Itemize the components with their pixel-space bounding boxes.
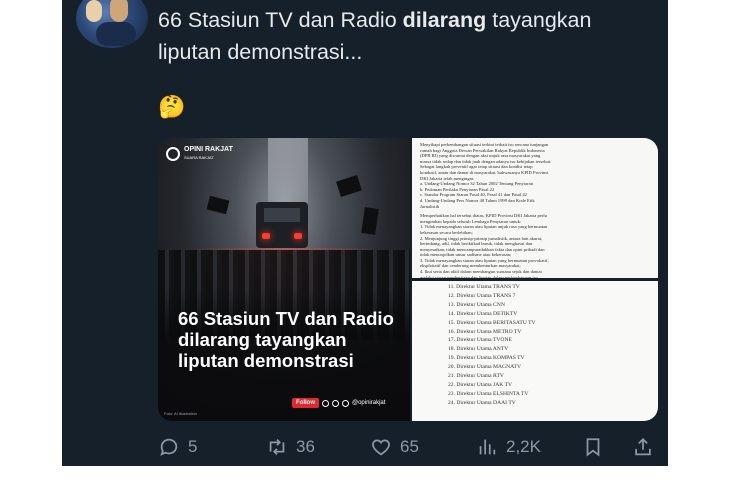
media-image-poster[interactable]: OPINI RAKJAT SUARA RAKJAT 66 Stasiun TV … — [158, 138, 410, 421]
poster-handle: @opinirakjat — [352, 400, 386, 406]
poster-logo: OPINI RAKJAT SUARA RAKJAT — [166, 146, 233, 162]
recipient-row: 17. Direktur Utama TVONE — [448, 337, 512, 344]
recipient-row: 15. Direktur Utama BERITASATU TV — [448, 319, 536, 326]
share-icon — [635, 437, 651, 456]
recipient-row: 12. Direktur Utama TRANS 7 — [448, 292, 516, 299]
recipient-row: 20. Direktur Utama MAGNATV — [448, 364, 522, 371]
facebook-icon — [332, 399, 339, 407]
logo-mark-icon — [166, 147, 180, 161]
avatar[interactable] — [76, 0, 148, 48]
like-count: 65 — [400, 437, 419, 456]
analytics-icon — [479, 439, 496, 455]
recipient-row: 19. Direktur Utama KOMPAS TV — [448, 355, 525, 362]
tweet-actions: 5 36 65 2,2K — [158, 432, 658, 462]
media-image-document-bottom[interactable]: 11. Direktur Utama TRANS TV 12. Direktur … — [412, 281, 658, 421]
recipient-row: 18. Direktur Utama ANTV — [448, 346, 509, 353]
logo-name: OPINI RAKJAT — [184, 146, 233, 153]
reply-icon — [160, 438, 178, 456]
recipient-row: 21. Direktur Utama RTV — [448, 373, 504, 380]
tiktok-icon — [342, 399, 349, 407]
media-image-document-top[interactable]: Menyikapi perkembangan situasi terkini t… — [412, 138, 658, 278]
recipient-row: 13. Direktur Utama CNN — [448, 301, 505, 308]
tweet-card[interactable]: 66 Stasiun TV dan Radio dilarang tayangk… — [62, 0, 668, 466]
tweet-text-start: 66 Stasiun TV dan Radio — [158, 8, 403, 32]
poster-headline: 66 Stasiun TV dan Radio dilarang tayangk… — [178, 308, 394, 371]
recipient-row: 11. Direktur Utama TRANS TV — [448, 284, 520, 290]
repost-button[interactable]: 36 — [266, 432, 315, 462]
tweet-text-bold: dilarang — [402, 8, 487, 32]
thinking-emoji: 🤔 — [158, 94, 186, 119]
vehicle-illustration — [256, 202, 308, 248]
views-count: 2,2K — [506, 437, 541, 456]
recipient-row: 23. Direktur Utama ELSHINTA TV — [448, 390, 529, 397]
recipient-row: 14. Direktur Utama DETIKTV — [448, 310, 518, 317]
instagram-icon — [322, 399, 329, 407]
logo-tagline: SUARA RAKJAT — [184, 155, 214, 160]
recipient-row: 24. Direktur Utama DAAI TV — [448, 399, 516, 406]
poster-credit: Foto: AI illustration — [164, 411, 197, 416]
share-button[interactable] — [632, 432, 654, 462]
heart-icon — [372, 439, 390, 456]
media-gallery[interactable]: OPINI RAKJAT SUARA RAKJAT 66 Stasiun TV … — [158, 138, 658, 421]
recipient-row: 16. Direktur Utama METRO TV — [448, 328, 522, 335]
repost-icon — [269, 439, 285, 455]
reply-count: 5 — [188, 437, 198, 456]
poster-footer: Follow @opinirakjat — [292, 398, 385, 408]
bookmark-icon — [586, 438, 600, 457]
like-button[interactable]: 65 — [370, 432, 419, 462]
recipient-row: 22. Direktur Utama JAK TV — [448, 381, 513, 388]
follow-badge: Follow — [292, 398, 319, 408]
reply-button[interactable]: 5 — [158, 432, 197, 462]
document-line: melalui siaran pemberitaan dan liputan d… — [420, 274, 538, 278]
tweet-text: 66 Stasiun TV dan Radio dilarang tayangk… — [158, 4, 658, 68]
views-button[interactable]: 2,2K — [476, 432, 541, 462]
repost-count: 36 — [296, 437, 315, 456]
bookmark-button[interactable] — [582, 432, 604, 462]
